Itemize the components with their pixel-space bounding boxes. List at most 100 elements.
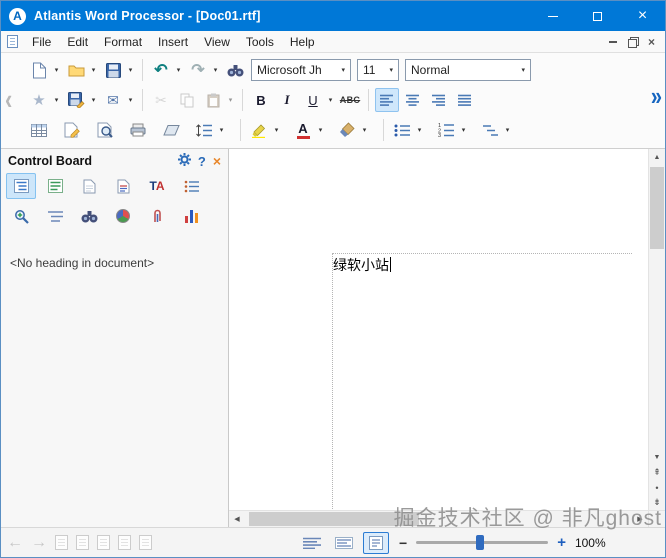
- horizontal-scrollbar[interactable]: ◀ ▶: [229, 510, 648, 527]
- compose-page-button[interactable]: [60, 118, 84, 142]
- font-color-dropdown[interactable]: [315, 118, 326, 142]
- nav-forward-button[interactable]: →: [31, 534, 47, 552]
- zoom-tab[interactable]: [6, 203, 36, 229]
- control-board-settings-button[interactable]: [178, 153, 191, 169]
- style-select[interactable]: Normal ▾: [405, 59, 531, 81]
- email-dropdown[interactable]: [125, 88, 136, 112]
- print-button[interactable]: [126, 118, 150, 142]
- align-left-button[interactable]: [375, 88, 399, 112]
- search-tab[interactable]: [74, 203, 104, 229]
- tools-tab[interactable]: [108, 203, 138, 229]
- align-right-button[interactable]: [427, 88, 451, 112]
- cut-button[interactable]: ✂: [149, 88, 173, 112]
- draft-view-button[interactable]: [299, 532, 325, 554]
- numbered-list-button[interactable]: 123: [434, 118, 458, 142]
- vertical-scrollbar-thumb[interactable]: [650, 167, 664, 249]
- headings-tab[interactable]: [6, 173, 36, 199]
- highlighter-button[interactable]: [247, 118, 271, 142]
- print-preview-button[interactable]: [93, 118, 117, 142]
- email-button[interactable]: ✉: [101, 88, 125, 112]
- mdi-restore-button[interactable]: [628, 37, 637, 46]
- redo-dropdown[interactable]: [210, 58, 221, 82]
- favorites-dropdown[interactable]: [51, 88, 62, 112]
- bullet-list-button[interactable]: [390, 118, 414, 142]
- scroll-right-button[interactable]: ▶: [632, 511, 648, 527]
- table-button[interactable]: [27, 118, 51, 142]
- paste-button[interactable]: [201, 88, 225, 112]
- line-spacing-dropdown[interactable]: [216, 118, 227, 142]
- save-dropdown[interactable]: [125, 58, 136, 82]
- jump-bookmark-button[interactable]: [139, 535, 152, 550]
- favorites-button[interactable]: ★: [27, 88, 51, 112]
- save-as-dropdown[interactable]: [88, 88, 99, 112]
- minimize-button[interactable]: [530, 1, 575, 31]
- clips-tab[interactable]: [142, 203, 172, 229]
- save-button[interactable]: [101, 58, 125, 82]
- menu-item-help[interactable]: Help: [282, 33, 323, 51]
- zoom-slider-thumb[interactable]: [476, 535, 484, 550]
- select-browse-object-button[interactable]: •: [649, 480, 665, 495]
- bullet-list-dropdown[interactable]: [414, 118, 425, 142]
- menu-item-tools[interactable]: Tools: [238, 33, 282, 51]
- menu-item-view[interactable]: View: [196, 33, 238, 51]
- menu-item-insert[interactable]: Insert: [150, 33, 196, 51]
- document-menu-icon[interactable]: [7, 35, 18, 48]
- highlighter-dropdown[interactable]: [271, 118, 282, 142]
- format-painter-button[interactable]: [335, 118, 359, 142]
- find-button[interactable]: [223, 58, 247, 82]
- new-document-dropdown[interactable]: [51, 58, 62, 82]
- mdi-minimize-button[interactable]: [609, 41, 617, 43]
- page-layout-view-button[interactable]: [363, 532, 389, 554]
- strikethrough-button[interactable]: ABC: [338, 88, 362, 112]
- redo-button[interactable]: ↷: [186, 58, 210, 82]
- numbered-list-dropdown[interactable]: [458, 118, 469, 142]
- toolbar-overflow-right-chevron[interactable]: »: [651, 84, 662, 110]
- font-color-button[interactable]: A: [291, 118, 315, 142]
- web-view-button[interactable]: [331, 532, 357, 554]
- styles-tab[interactable]: TA: [142, 173, 172, 199]
- font-size-select[interactable]: 11 ▾: [357, 59, 399, 81]
- vertical-scrollbar[interactable]: ▲ ▼ ⇞ • ⇟: [648, 149, 665, 510]
- jump-next-page-button[interactable]: [118, 535, 131, 550]
- zoom-slider[interactable]: [416, 541, 548, 544]
- justify-button[interactable]: [453, 88, 477, 112]
- font-name-select[interactable]: Microsoft Jh ▾: [251, 59, 351, 81]
- menu-item-format[interactable]: Format: [96, 33, 150, 51]
- line-spacing-button[interactable]: [192, 118, 216, 142]
- jump-prev-page-button[interactable]: [97, 535, 110, 550]
- undo-button[interactable]: ↶: [149, 58, 173, 82]
- copy-button[interactable]: [175, 88, 199, 112]
- zoom-out-button[interactable]: −: [399, 535, 407, 551]
- jump-next-edit-button[interactable]: [76, 535, 89, 550]
- outline-tab[interactable]: [176, 173, 206, 199]
- maximize-button[interactable]: [575, 1, 620, 31]
- close-button[interactable]: ×: [620, 1, 665, 31]
- statistics-tab[interactable]: [176, 203, 206, 229]
- bold-button[interactable]: B: [249, 88, 273, 112]
- toolbar-overflow-left-chevron[interactable]: ‹: [5, 86, 12, 115]
- save-as-button[interactable]: [64, 88, 88, 112]
- paste-dropdown[interactable]: [225, 88, 236, 112]
- scroll-down-button[interactable]: ▼: [649, 449, 665, 465]
- menu-item-edit[interactable]: Edit: [59, 33, 96, 51]
- scroll-up-button[interactable]: ▲: [649, 149, 665, 165]
- scroll-left-button[interactable]: ◀: [229, 511, 245, 527]
- next-page-button[interactable]: ⇟: [649, 495, 665, 510]
- undo-dropdown[interactable]: [173, 58, 184, 82]
- open-document-button[interactable]: [64, 58, 88, 82]
- horizontal-scrollbar-thumb[interactable]: [249, 512, 419, 526]
- format-painter-dropdown[interactable]: [359, 118, 370, 142]
- open-document-dropdown[interactable]: [88, 58, 99, 82]
- jump-prev-edit-button[interactable]: [55, 535, 68, 550]
- zoom-in-button[interactable]: +: [557, 534, 566, 551]
- multilevel-list-button[interactable]: [478, 118, 502, 142]
- align-center-button[interactable]: [401, 88, 425, 112]
- mdi-close-button[interactable]: ×: [648, 36, 655, 48]
- menu-item-file[interactable]: File: [24, 33, 59, 51]
- underline-dropdown[interactable]: [325, 88, 336, 112]
- document-canvas[interactable]: 绿软小站: [229, 149, 648, 510]
- notes-tab[interactable]: [108, 173, 138, 199]
- previous-page-button[interactable]: ⇞: [649, 465, 665, 480]
- clipbook-tab[interactable]: [40, 173, 70, 199]
- nav-back-button[interactable]: ←: [7, 534, 23, 552]
